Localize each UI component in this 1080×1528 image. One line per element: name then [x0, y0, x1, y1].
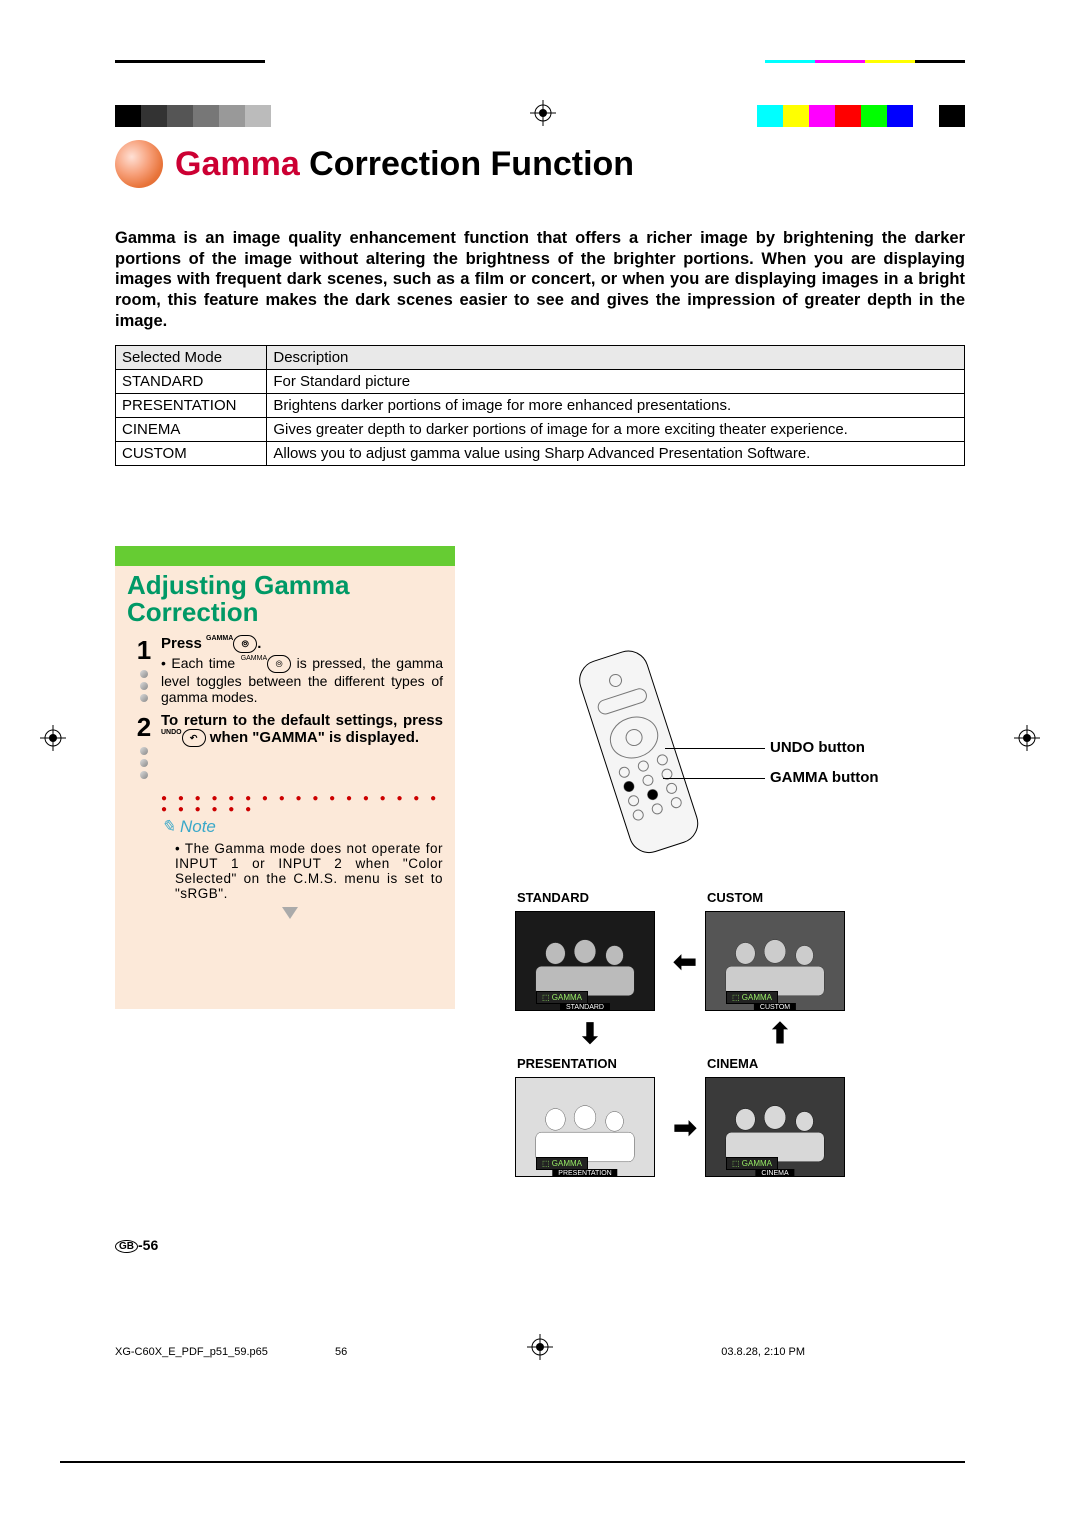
- step-2: 2 To return to the default settings, pre…: [127, 712, 443, 783]
- gamma-button-icon: ⦾: [267, 655, 291, 673]
- title-bullet-icon: [115, 140, 163, 188]
- gamma-button-icon: ⦾: [233, 635, 257, 653]
- section-title: Adjusting Gamma Correction: [127, 566, 443, 635]
- mode-label-standard: STANDARD: [515, 890, 665, 905]
- note-divider: ● ● ● ● ● ● ● ● ● ● ● ● ● ● ● ● ● ● ● ● …: [127, 793, 443, 815]
- registration-crosshair-icon: [527, 1334, 553, 1360]
- step-1-body: • Each time GAMMA⦾ is pressed, the gamma…: [161, 655, 443, 705]
- page-title: Gamma Correction Function: [175, 145, 634, 184]
- arrow-down-icon: ⬇: [515, 1017, 665, 1050]
- print-timestamp: 03.8.28, 2:10 PM: [721, 1346, 805, 1358]
- mode-thumb-custom: ⬚ GAMMA CUSTOM: [705, 911, 845, 1011]
- table-row: STANDARDFor Standard picture: [116, 370, 965, 394]
- remote-illustration: UNDO button GAMMA button: [515, 640, 955, 870]
- mode-label-presentation: PRESENTATION: [515, 1056, 665, 1071]
- modes-table: Selected Mode Description STANDARDFor St…: [115, 345, 965, 466]
- mode-thumb-presentation: ⬚ GAMMA PRESENTATION: [515, 1077, 655, 1177]
- table-row: PRESENTATIONBrightens darker portions of…: [116, 394, 965, 418]
- mode-thumb-cinema: ⬚ GAMMA CINEMA: [705, 1077, 845, 1177]
- callout-undo: UNDO button: [770, 739, 865, 756]
- mode-label-cinema: CINEMA: [705, 1056, 855, 1071]
- note-body: • The Gamma mode does not operate for IN…: [127, 841, 443, 901]
- print-sheet: 56: [335, 1346, 347, 1358]
- color-swatch: [757, 105, 965, 127]
- note-heading: ✎ Note: [127, 817, 443, 837]
- page-number: GB-56: [115, 1237, 158, 1253]
- mode-label-custom: CUSTOM: [705, 890, 855, 905]
- print-file: XG-C60X_E_PDF_p51_59.p65: [115, 1346, 268, 1358]
- intro-paragraph: Gamma is an image quality enhancement fu…: [115, 228, 965, 331]
- arrow-up-icon: ⬆: [705, 1017, 855, 1050]
- gamma-mode-cycle: STANDARD CUSTOM ⬚ GAMMA STANDARD ⬅ ⬚ GAM…: [515, 890, 955, 1177]
- table-row: CUSTOMAllows you to adjust gamma value u…: [116, 442, 965, 466]
- arrow-left-icon: ⬅: [665, 945, 705, 978]
- table-row: CINEMAGives greater depth to darker port…: [116, 418, 965, 442]
- registration-crosshair-icon: [530, 100, 556, 126]
- step-number: 2: [127, 712, 161, 743]
- registration-crosshair-icon: [1014, 725, 1040, 751]
- table-header: Description: [267, 346, 965, 370]
- table-header: Selected Mode: [116, 346, 267, 370]
- callout-gamma: GAMMA button: [770, 769, 879, 786]
- procedure-panel: Adjusting Gamma Correction 1 Press GAMMA…: [115, 566, 455, 1009]
- grayscale-swatch: [115, 105, 271, 127]
- mode-thumb-standard: ⬚ GAMMA STANDARD: [515, 911, 655, 1011]
- arrow-right-icon: ➡: [665, 1111, 705, 1144]
- section-bar: [115, 546, 455, 566]
- bottom-rule: [115, 1461, 965, 1463]
- steps-end-arrow-icon: [282, 907, 298, 919]
- undo-button-icon: ↶: [182, 729, 206, 747]
- page-title-row: Gamma Correction Function: [115, 140, 965, 188]
- step-number: 1: [127, 635, 161, 666]
- registration-crosshair-icon: [40, 725, 66, 751]
- step-2-heading: To return to the default settings, press…: [161, 712, 443, 747]
- step-1: 1 Press GAMMA⦾. • Each time GAMMA⦾ is pr…: [127, 635, 443, 706]
- step-1-heading: Press GAMMA⦾.: [161, 635, 443, 653]
